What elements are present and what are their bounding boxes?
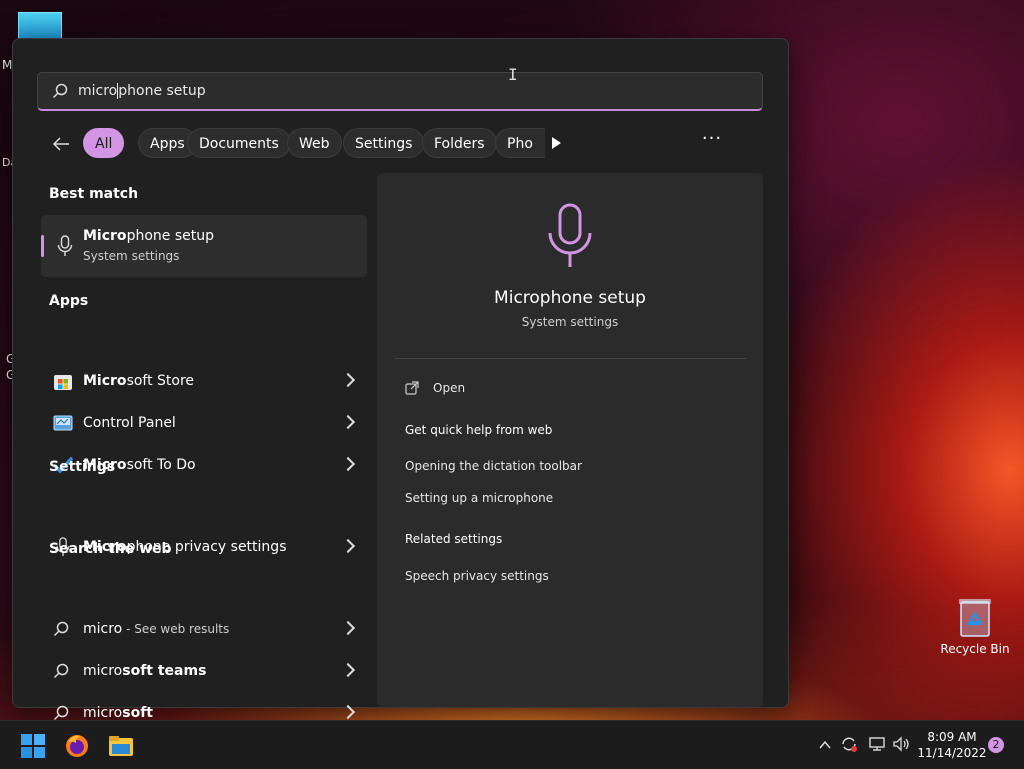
divider [395, 358, 747, 359]
more-options-button[interactable]: ··· [697, 128, 727, 158]
app-item-microsoft-store[interactable]: Microsoft Store [41, 361, 367, 401]
search-panel: microphone setup I All Apps Documents We… [12, 38, 789, 721]
notification-badge[interactable]: 2 [988, 737, 1004, 753]
app-item-label: Microsoft Store [83, 373, 195, 389]
filter-chip-web[interactable]: Web [287, 128, 342, 158]
app-item-control-panel[interactable]: Control Panel [41, 403, 367, 443]
best-match-title: Microphone setup [83, 228, 214, 244]
best-match-header: Best match [49, 186, 139, 202]
preview-subtitle: System settings [521, 315, 619, 329]
chevron-right-icon[interactable] [340, 372, 356, 388]
scroll-right-icon[interactable] [552, 137, 561, 149]
control-panel-icon [53, 415, 73, 431]
chevron-right-icon[interactable] [340, 456, 356, 472]
recycle-bin-icon [957, 596, 993, 638]
related-settings-header: Related settings [405, 532, 503, 546]
filter-chip-documents[interactable]: Documents [187, 128, 291, 158]
search-icon [53, 705, 69, 721]
web-result-label: microsoft teams [83, 663, 207, 679]
open-external-icon [405, 381, 419, 395]
back-arrow-icon[interactable] [51, 134, 71, 154]
search-web-header: Search the web [49, 541, 172, 557]
volume-icon[interactable] [892, 736, 910, 752]
apps-header: Apps [49, 293, 89, 309]
app-item-label: Control Panel [83, 415, 176, 431]
recycle-bin-label: Recycle Bin [940, 642, 1010, 656]
search-icon [53, 621, 69, 637]
desktop-label-fragment: M [2, 58, 13, 72]
chevron-right-icon[interactable] [340, 620, 356, 636]
search-icon [52, 83, 68, 99]
clock-date: 11/14/2022 [917, 746, 987, 760]
preview-pane: Microphone setup System settings Open Ge… [377, 173, 763, 707]
chevron-right-icon[interactable] [340, 538, 356, 554]
selection-indicator [41, 235, 44, 257]
sync-icon[interactable] [840, 735, 858, 753]
chevron-right-icon[interactable] [340, 704, 356, 720]
microsoft-store-icon [54, 375, 72, 390]
filter-chip-all[interactable]: All [83, 128, 125, 158]
best-match-subtitle: System settings [83, 249, 180, 263]
filter-chip-settings[interactable]: Settings [343, 128, 425, 158]
filter-bar: All Apps Documents Web Settings Folders … [47, 128, 757, 160]
search-icon [53, 663, 69, 679]
open-button[interactable]: Open [433, 381, 465, 395]
chevron-right-icon[interactable] [340, 662, 356, 678]
firefox-icon[interactable] [64, 733, 90, 759]
help-link-dictation-toolbar[interactable]: Opening the dictation toolbar [405, 459, 582, 473]
windows-start-icon[interactable] [20, 733, 46, 759]
search-box[interactable]: microphone setup [37, 72, 763, 111]
filter-chip-photos[interactable]: Pho [495, 128, 545, 158]
clock[interactable]: 8:09 AM 11/14/2022 [914, 729, 990, 761]
help-link-setting-up-microphone[interactable]: Setting up a microphone [405, 491, 553, 505]
file-explorer-icon[interactable] [108, 733, 134, 759]
settings-header: Settings [49, 459, 116, 475]
chevron-right-icon[interactable] [340, 414, 356, 430]
web-result-item[interactable]: micro - See web results [41, 609, 367, 649]
microphone-icon [548, 203, 592, 267]
preview-title: Microphone setup [494, 288, 646, 308]
related-link-speech-privacy[interactable]: Speech privacy settings [405, 569, 549, 583]
web-result-label: micro - See web results [83, 621, 230, 637]
filter-chip-folders[interactable]: Folders [422, 128, 497, 158]
recycle-bin[interactable]: Recycle Bin [940, 596, 1010, 656]
quick-help-header: Get quick help from web [405, 423, 553, 437]
best-match-item[interactable]: Microphone setup System settings [41, 215, 367, 277]
chevron-up-icon[interactable] [818, 738, 832, 752]
clock-time: 8:09 AM [927, 730, 977, 744]
taskbar: 8:09 AM 11/14/2022 2 [0, 720, 1024, 769]
microphone-icon [57, 235, 73, 256]
network-icon[interactable] [868, 736, 886, 752]
web-result-item[interactable]: microsoft teams [41, 651, 367, 691]
search-input[interactable]: microphone setup [78, 73, 206, 109]
text-cursor-icon: I [508, 65, 518, 84]
